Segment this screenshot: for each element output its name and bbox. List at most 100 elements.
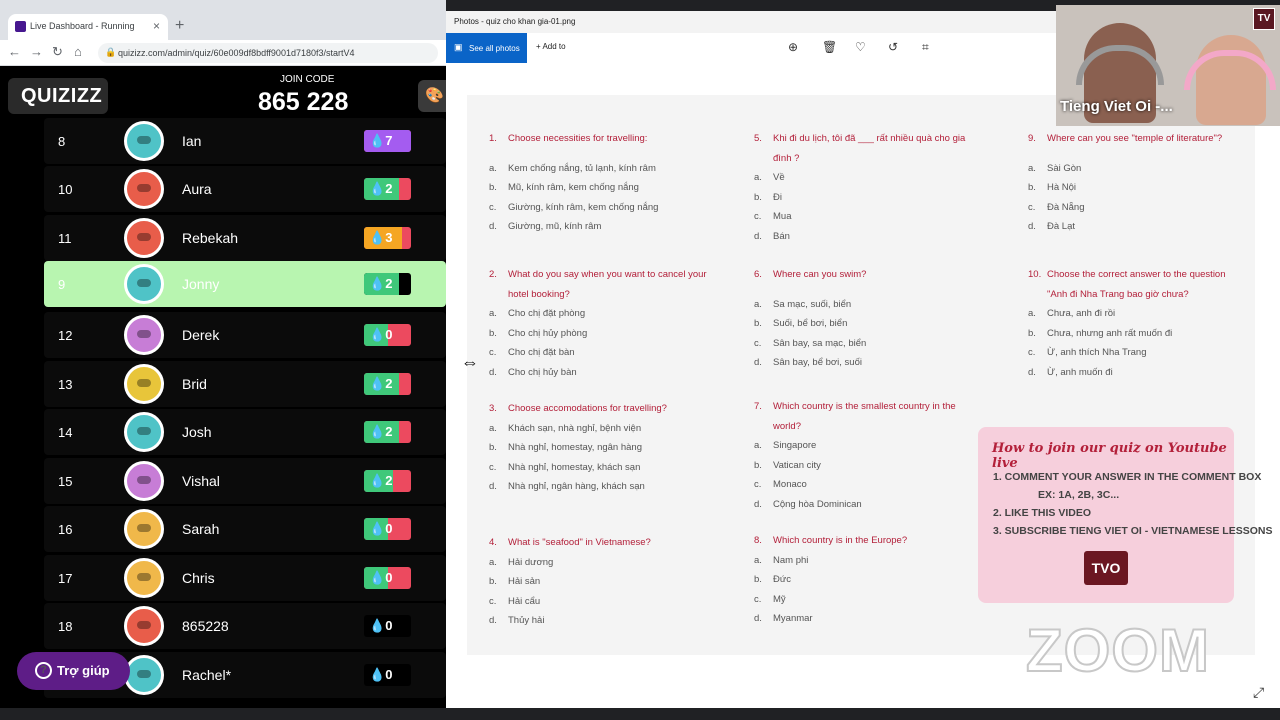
question-label: Which country is the smallest country in… bbox=[773, 401, 956, 432]
option-letter: d. bbox=[754, 498, 762, 510]
answer-option: c. Đà Nẵng bbox=[1028, 198, 1228, 218]
leaderboard-row[interactable]: 9 Jonny 💧2 bbox=[44, 261, 446, 307]
palette-icon[interactable]: 🎨 bbox=[418, 80, 446, 112]
option-text: Khách sạn, nhà nghỉ, bệnh viện bbox=[508, 422, 642, 434]
home-icon[interactable]: ⌂ bbox=[74, 44, 82, 59]
leaderboard-row[interactable]: 12 Derek 💧0 bbox=[44, 312, 446, 358]
delete-icon[interactable]: 🗑 bbox=[822, 40, 837, 54]
option-text: Suối, bể bơi, biển bbox=[773, 318, 848, 329]
leaderboard-row[interactable]: 8 Ian 💧7 bbox=[44, 118, 446, 164]
option-letter: a. bbox=[754, 554, 762, 566]
favorite-icon[interactable]: ♡ bbox=[855, 40, 866, 54]
answer-option: d. Thủy hải bbox=[489, 611, 724, 631]
answer-option: a. Khách sạn, nhà nghỉ, bệnh viện bbox=[489, 419, 724, 439]
score-value: 2 bbox=[385, 376, 393, 391]
option-text: Singapore bbox=[773, 440, 817, 451]
player-avatar bbox=[124, 461, 164, 501]
question-number: 5. bbox=[754, 133, 762, 144]
channel-logo: TV bbox=[1253, 8, 1275, 30]
see-all-photos-button[interactable]: ▣ See all photos bbox=[446, 33, 527, 63]
answer-option: b. Chưa, nhưng anh rất muốn đi bbox=[1028, 324, 1228, 344]
browser-window: Live Dashboard - Running × + ← → ↻ ⌂ 🔒 qu… bbox=[0, 0, 446, 708]
answer-option: c. Cho chị đặt bàn bbox=[489, 343, 724, 363]
leaderboard-row[interactable]: 15 Vishal 💧2 bbox=[44, 458, 446, 504]
option-text: Giường, kính râm, kem chống nắng bbox=[508, 201, 659, 213]
forward-icon[interactable]: → bbox=[30, 44, 43, 59]
option-text: Hải dương bbox=[508, 556, 554, 568]
reload-icon[interactable]: ↻ bbox=[52, 44, 63, 60]
quiz-question: 3. Choose accomodations for travelling? a.… bbox=[489, 399, 724, 497]
help-button[interactable]: ? Trợ giúp bbox=[17, 652, 130, 690]
leaderboard-row[interactable]: 10 Aura 💧2 bbox=[44, 166, 446, 212]
option-text: Đức bbox=[773, 574, 791, 585]
player-score: 💧2 bbox=[369, 424, 393, 439]
leaderboard-row[interactable]: 13 Brid 💧2 bbox=[44, 361, 446, 407]
answer-option: a. Sài Gòn bbox=[1028, 159, 1228, 179]
player-score: 💧3 bbox=[369, 230, 393, 245]
crop-icon[interactable]: ⌗ bbox=[922, 40, 929, 55]
quiz-question: 10. Choose the correct answer to the ques… bbox=[1028, 265, 1228, 382]
player-name: Josh bbox=[182, 424, 212, 440]
answer-option: a. Về bbox=[754, 168, 984, 188]
leaderboard-row[interactable]: 17 Chris 💧0 bbox=[44, 555, 446, 601]
quiz-question: 9. Where can you see "temple of literatur… bbox=[1028, 129, 1228, 237]
expand-icon[interactable]: ⤢ bbox=[1253, 684, 1264, 701]
question-label: Where can you see "temple of literature"… bbox=[1047, 133, 1223, 144]
answer-option: d. Cộng hòa Dominican bbox=[754, 495, 984, 515]
question-text: 10. Choose the correct answer to the ques… bbox=[1028, 265, 1228, 304]
option-letter: c. bbox=[1028, 347, 1036, 358]
score-bar: 💧2 bbox=[364, 178, 411, 200]
option-letter: a. bbox=[754, 298, 762, 310]
player-rank: 16 bbox=[58, 522, 73, 537]
option-text: Cho chị đặt bàn bbox=[508, 347, 575, 358]
tvo-logo: TVO bbox=[1084, 551, 1128, 585]
option-letter: b. bbox=[1028, 182, 1036, 193]
leaderboard-row[interactable]: 18 865228 💧0 bbox=[44, 603, 446, 649]
option-text: Đà Lạt bbox=[1047, 221, 1075, 232]
option-text: Cho chị hủy bàn bbox=[508, 366, 577, 378]
rotate-icon[interactable]: ↺ bbox=[888, 40, 898, 54]
question-number: 3. bbox=[489, 403, 497, 414]
option-text: Mũ, kính râm, kem chống nắng bbox=[508, 182, 639, 193]
option-letter: c. bbox=[489, 461, 497, 473]
zoom-in-icon[interactable]: ⊕ bbox=[788, 40, 798, 54]
score-bar: 💧7 bbox=[364, 130, 411, 152]
option-text: Nhà nghỉ, ngân hàng, khách sạn bbox=[508, 481, 645, 492]
close-tab-icon[interactable]: × bbox=[153, 19, 160, 33]
option-letter: d. bbox=[754, 613, 762, 624]
howto-line2: 2. LIKE THIS VIDEO bbox=[993, 507, 1092, 519]
answer-option: d. Bán bbox=[754, 227, 984, 247]
player-score: 💧0 bbox=[369, 667, 393, 682]
option-letter: d. bbox=[1028, 221, 1036, 232]
new-tab-icon[interactable]: + bbox=[175, 17, 184, 35]
leaderboard-row[interactable]: 11 Rebekah 💧3 bbox=[44, 215, 446, 261]
score-value: 2 bbox=[385, 181, 393, 196]
answer-option: b. Đi bbox=[754, 188, 984, 208]
quizizz-logo: QUIZIZZ bbox=[8, 78, 108, 114]
score-bar: 💧0 bbox=[364, 324, 411, 346]
player-avatar bbox=[124, 655, 164, 695]
question-number: 4. bbox=[489, 537, 497, 548]
option-letter: d. bbox=[1028, 366, 1036, 378]
url-field[interactable]: 🔒 quizizz.com/admin/quiz/60e009df8bdff900… bbox=[98, 43, 438, 63]
browser-tab[interactable]: Live Dashboard - Running × bbox=[8, 14, 168, 40]
option-text: Đà Nẵng bbox=[1047, 201, 1085, 213]
answer-option: b. Cho chị hủy phòng bbox=[489, 324, 724, 344]
option-text: Bán bbox=[773, 230, 790, 242]
option-letter: b. bbox=[1028, 327, 1036, 339]
add-to-button[interactable]: + Add to bbox=[536, 42, 566, 51]
option-text: Mua bbox=[773, 211, 792, 222]
howto-line1: 1. COMMENT YOUR ANSWER IN THE COMMENT BO… bbox=[993, 471, 1262, 483]
option-text: Đi bbox=[773, 191, 782, 203]
score-value: 2 bbox=[385, 424, 393, 439]
leaderboard-row[interactable]: 14 Josh 💧2 bbox=[44, 409, 446, 455]
option-text: Mỹ bbox=[773, 593, 786, 605]
leaderboard-row[interactable]: 16 Sarah 💧0 bbox=[44, 506, 446, 552]
score-value: 7 bbox=[385, 133, 393, 148]
answer-option: d. Nhà nghỉ, ngân hàng, khách sạn bbox=[489, 477, 724, 497]
answer-option: c. Hải cẩu bbox=[489, 592, 724, 612]
back-icon[interactable]: ← bbox=[8, 44, 21, 59]
webcam-name: Tieng Viet Oi -... bbox=[1060, 98, 1173, 115]
player-avatar bbox=[124, 606, 164, 646]
answer-option: c. Giường, kính râm, kem chống nắng bbox=[489, 198, 724, 218]
